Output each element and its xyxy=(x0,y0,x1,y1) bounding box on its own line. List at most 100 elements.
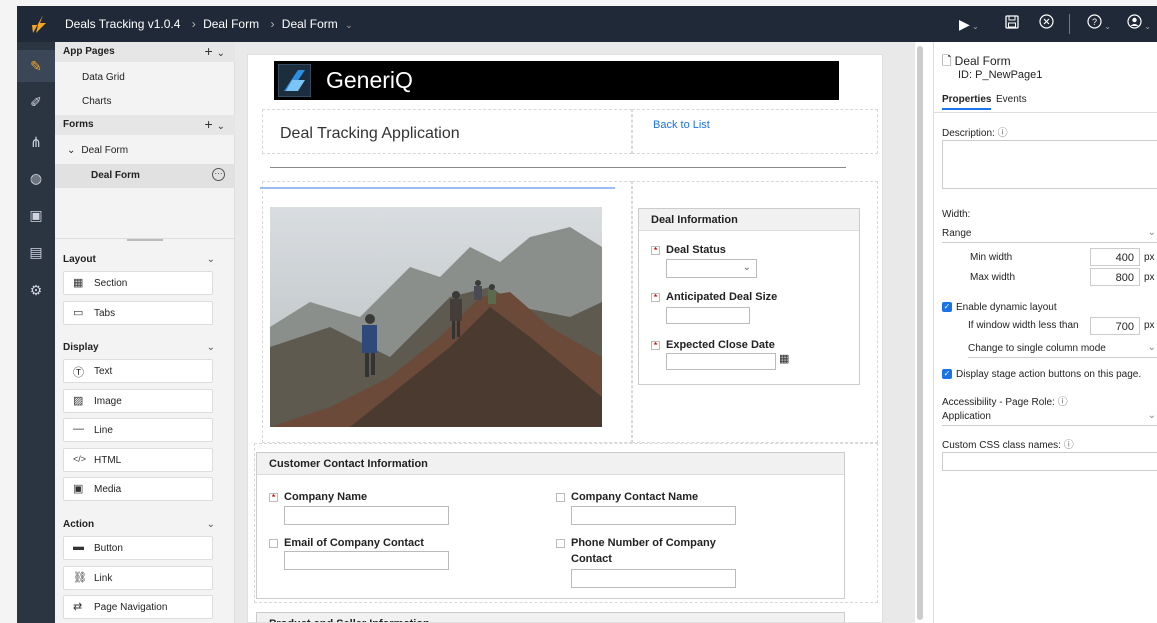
divider xyxy=(55,238,235,239)
chevron-down-icon[interactable]: ⌄ xyxy=(345,20,353,30)
product-seller-panel[interactable]: Product and Seller Information xyxy=(256,612,845,622)
app-window: Deals Tracking v1.0.4 › Deal Form › Deal… xyxy=(17,6,1157,623)
icon-rail: ✎ ✐ ⋔ ◍ ▣ ▤ ⚙ xyxy=(17,42,55,623)
tool-link[interactable]: ⛓ Link xyxy=(63,566,213,590)
tool-tabs[interactable]: ▭ Tabs xyxy=(63,301,213,325)
tool-image[interactable]: ▨ Image xyxy=(63,389,213,413)
page-role-select[interactable]: Application ⌄ xyxy=(942,408,1157,426)
info-icon[interactable]: ⓘ xyxy=(1058,397,1068,408)
if-less-label: If window width less than xyxy=(968,320,1079,331)
hiking-photo-image[interactable] xyxy=(270,207,602,427)
save-icon[interactable] xyxy=(1005,14,1019,34)
document-icon[interactable]: ▤ xyxy=(26,242,46,262)
width-mode-select[interactable]: Range ⌄ xyxy=(942,225,1157,243)
close-circle-icon[interactable] xyxy=(1039,14,1054,34)
description-textarea[interactable] xyxy=(942,140,1157,189)
label-text: Anticipated Deal Size xyxy=(666,291,778,303)
calendar-icon[interactable]: ▦ xyxy=(779,352,789,365)
logo-text: GeneriQ xyxy=(326,67,413,93)
tool-html[interactable]: </> HTML xyxy=(63,448,213,472)
tool-page-navigation[interactable]: ⇄ Page Navigation xyxy=(63,595,213,619)
tool-button[interactable]: ▬ Button xyxy=(63,536,213,560)
page-item-charts[interactable]: Charts xyxy=(55,90,235,114)
page-item-data-grid[interactable]: Data Grid xyxy=(55,66,235,90)
gear-icon[interactable]: ⚙ xyxy=(26,280,46,300)
close-date-input[interactable] xyxy=(666,353,776,370)
edit-box-icon[interactable]: ✐ xyxy=(26,92,46,112)
max-width-input[interactable]: 800 xyxy=(1090,268,1140,286)
info-icon[interactable]: ⓘ xyxy=(1064,440,1074,451)
phone-label-line2: Contact xyxy=(571,553,612,565)
display-stage-checkbox[interactable]: ✓ Display stage action buttons on this pa… xyxy=(942,369,1141,380)
label-text: Deal Status xyxy=(666,244,726,256)
label-text: Enable dynamic layout xyxy=(956,302,1057,313)
title-text: Deal Form xyxy=(954,54,1011,68)
form-item-deal-form[interactable]: Deal Form ··· xyxy=(55,164,235,188)
label-text: Custom CSS class names: xyxy=(942,440,1061,451)
play-icon[interactable]: ▶ ⌄ xyxy=(959,14,979,34)
deal-size-input[interactable] xyxy=(666,307,750,324)
page-title[interactable]: Deal Tracking Application xyxy=(280,125,460,143)
breadcrumb-page[interactable]: Deal Form xyxy=(282,17,338,31)
panel-title: Product and Seller Information xyxy=(257,613,844,622)
resize-handle[interactable] xyxy=(127,239,163,241)
add-page-button[interactable]: + ⌄ xyxy=(205,43,225,59)
panel-title: Customer Contact Information xyxy=(257,453,844,475)
divider-line[interactable] xyxy=(270,167,846,168)
app-pages-header: App Pages + ⌄ xyxy=(55,42,235,62)
pencil-icon[interactable]: ✎ xyxy=(17,50,55,82)
tool-section[interactable]: ▦ Section xyxy=(63,271,213,295)
form-group-deal-form[interactable]: ⌄ Deal Form xyxy=(55,139,235,163)
add-form-button[interactable]: + ⌄ xyxy=(205,116,225,132)
info-icon[interactable]: ⓘ xyxy=(998,128,1008,139)
tool-line[interactable]: — Line xyxy=(63,418,213,442)
chevron-down-icon: ⌄ xyxy=(1147,342,1156,353)
back-to-list-link[interactable]: Back to List xyxy=(653,119,710,131)
components-icon[interactable]: ▣ xyxy=(26,205,46,225)
hierarchy-icon[interactable]: ⋔ xyxy=(26,132,46,152)
tab-properties[interactable]: Properties xyxy=(942,94,992,110)
logo-banner[interactable]: GeneriQ xyxy=(274,61,839,100)
description-label: Description: ⓘ xyxy=(942,124,1008,139)
customer-contact-panel[interactable]: Customer Contact Information * Company Na… xyxy=(256,452,845,599)
help-icon[interactable]: ? ⌄ xyxy=(1087,14,1111,34)
dynamic-layout-checkbox[interactable]: ✓ Enable dynamic layout xyxy=(942,302,1057,313)
company-contact-input[interactable] xyxy=(571,506,736,525)
deal-information-panel[interactable]: Deal Information * Deal Status ⌄ * Anticip… xyxy=(638,208,860,385)
email-input[interactable] xyxy=(284,551,449,570)
deal-size-label: * Anticipated Deal Size xyxy=(651,291,777,303)
form-stage[interactable]: GeneriQ Deal Tracking Application Back t… xyxy=(247,54,883,623)
layout-section-header[interactable]: Layout ⌄ xyxy=(55,254,225,265)
accessibility-label: Accessibility - Page Role: ⓘ xyxy=(942,393,1068,408)
breadcrumb-app[interactable]: Deals Tracking v1.0.4 xyxy=(65,17,180,31)
deal-status-select[interactable]: ⌄ xyxy=(666,259,757,278)
checkbox-icon xyxy=(556,492,565,502)
selection-guide xyxy=(260,187,615,189)
page-id: ID: P_NewPage1 xyxy=(958,69,1043,81)
navigation-arrows-icon: ⇄ xyxy=(73,601,83,613)
tool-media[interactable]: ▣ Media xyxy=(63,477,213,501)
more-options-icon[interactable]: ··· xyxy=(212,168,225,181)
link-icon: ⛓ xyxy=(73,572,87,584)
canvas-scrollbar[interactable] xyxy=(917,46,923,620)
tool-label: Link xyxy=(94,573,113,584)
min-width-input[interactable]: 400 xyxy=(1090,248,1140,266)
generiq-logo-icon xyxy=(278,64,311,97)
document-icon: 🗋 xyxy=(942,54,952,68)
label-text: Description: xyxy=(942,128,995,139)
phone-input[interactable] xyxy=(571,569,736,588)
tool-text[interactable]: Ⓣ Text xyxy=(63,359,213,383)
palette-icon[interactable]: ◍ xyxy=(26,168,46,188)
section-icon: ▦ xyxy=(73,277,84,289)
action-section-header[interactable]: Action ⌄ xyxy=(55,519,225,530)
css-class-input[interactable] xyxy=(942,452,1157,471)
display-section-header[interactable]: Display ⌄ xyxy=(55,342,225,353)
change-mode-select[interactable]: Change to single column mode ⌄ xyxy=(968,340,1157,358)
tab-events[interactable]: Events xyxy=(996,94,1027,105)
company-name-input[interactable] xyxy=(284,506,449,525)
tool-label: Section xyxy=(94,278,128,289)
window-width-input[interactable]: 700 xyxy=(1090,317,1140,335)
user-icon[interactable]: ⌄ xyxy=(1127,14,1151,34)
breadcrumb-form[interactable]: Deal Form xyxy=(203,17,259,31)
layout-title: Layout xyxy=(63,254,96,265)
